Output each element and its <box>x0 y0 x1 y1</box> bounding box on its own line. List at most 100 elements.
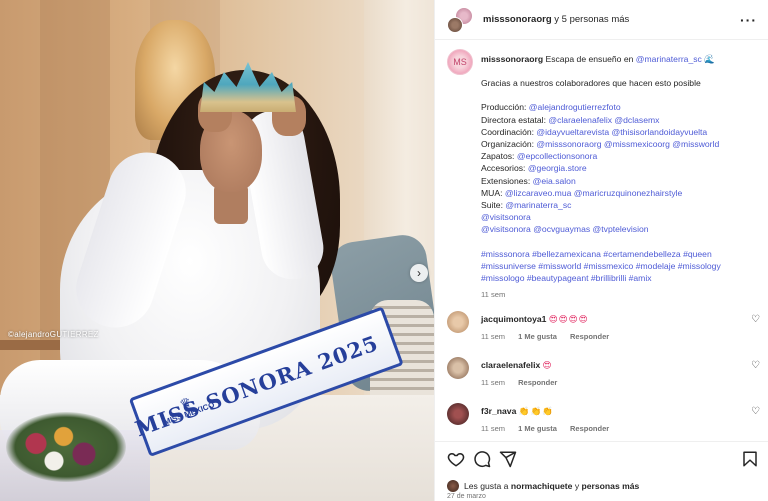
comment-like-button[interactable]: ♡ <box>751 315 761 325</box>
comment-like-button[interactable]: ♡ <box>751 407 761 417</box>
heart-outline-icon: ♡ <box>751 406 760 417</box>
comment-meta: 11 sem 1 Me gusta Responder <box>481 424 620 433</box>
credit-label: Accesorios: <box>481 163 526 174</box>
credit-label: Extensiones: <box>481 175 531 186</box>
credit-mentions[interactable]: @visitsonora <box>481 212 531 222</box>
avatar[interactable] <box>447 357 469 379</box>
credit-mentions[interactable]: @idayvueltarevista @thisisorlandoidayvue… <box>536 127 707 137</box>
credit-label: Zapatos: <box>481 151 515 162</box>
likes-others[interactable]: personas más <box>582 481 640 491</box>
comment-item: jacquimontoya1 😍😍😍😍 11 sem 1 Me gusta Re… <box>435 311 768 357</box>
comment-icon <box>474 451 491 468</box>
send-icon <box>499 451 517 468</box>
credit-mentions[interactable]: @misssonoraorg @missmexicoorg @missworld <box>536 139 719 149</box>
heart-icon <box>447 453 465 467</box>
credit-label: Producción: <box>481 102 527 113</box>
chevron-right-icon: › <box>417 266 421 280</box>
next-image-button[interactable]: › <box>410 264 428 282</box>
avatar[interactable] <box>447 311 469 333</box>
caption-credit-line: Extensiones: @eia.salon <box>481 175 759 187</box>
comment-text: jacquimontoya1 😍😍😍😍 <box>481 314 589 325</box>
save-button[interactable] <box>741 450 759 471</box>
likes-summary: Les gusta a normachiquete y personas más <box>447 480 639 492</box>
caption-time: 11 sem <box>481 290 506 300</box>
header-title: misssonoraorg y 5 personas más <box>483 14 629 25</box>
caption-credit-line: Coordinación: @idayvueltarevista @thisis… <box>481 126 759 138</box>
post-date[interactable]: 27 de marzo <box>447 493 486 500</box>
header-username[interactable]: misssonoraorg <box>483 14 552 25</box>
credit-label: Directora estatal: <box>481 114 546 125</box>
comment-time: 11 sem <box>481 378 506 387</box>
credit-label: Organización: <box>481 139 535 150</box>
comment-meta: 11 sem Responder <box>481 378 568 387</box>
caption-avatar[interactable]: MS <box>447 49 473 75</box>
share-button[interactable] <box>499 450 517 471</box>
heart-outline-icon: ♡ <box>751 360 760 371</box>
comment-time: 11 sem <box>481 332 506 341</box>
likes-user[interactable]: normachiquete <box>511 481 573 491</box>
credit-mentions[interactable]: @epcollectionsonora <box>517 151 597 161</box>
credit-label: Coordinación: <box>481 126 535 137</box>
comment-meta: 11 sem 1 Me gusta Responder <box>481 332 620 341</box>
caption-credit-line: Organización: @misssonoraorg @missmexico… <box>481 138 759 150</box>
caption: MS misssonoraorg Escapa de ensueño en @m… <box>435 40 768 304</box>
heart-outline-icon: ♡ <box>751 314 760 325</box>
credit-mentions[interactable]: @marinaterra_sc <box>505 200 571 210</box>
comment-likes[interactable]: 1 Me gusta <box>518 332 557 341</box>
more-options-button[interactable]: ··· <box>740 12 757 28</box>
credit-mentions[interactable]: @georgia.store <box>528 163 587 173</box>
caption-username[interactable]: misssonoraorg <box>481 54 543 64</box>
header-avatars[interactable] <box>447 6 473 33</box>
caption-mention[interactable]: @marinaterra_sc <box>636 54 702 64</box>
comment-time: 11 sem <box>481 424 506 433</box>
credit-mentions[interactable]: @lizcaraveo.mua @maricruzquinonezhairsty… <box>505 188 682 198</box>
reply-button[interactable]: Responder <box>570 424 609 433</box>
flower-bouquet <box>6 412 126 482</box>
caption-credit-line: Directora estatal: @claraelenafelix @dcl… <box>481 114 759 126</box>
comment-likes[interactable]: 1 Me gusta <box>518 424 557 433</box>
comment-username[interactable]: claraelenafelix <box>481 360 540 370</box>
avatar[interactable] <box>447 403 469 425</box>
caption-credit-line: MUA: @lizcaraveo.mua @maricruzquinonezha… <box>481 187 759 199</box>
caption-thanks: Gracias a nuestros colaboradores que hac… <box>481 78 701 89</box>
comment-username[interactable]: jacquimontoya1 <box>481 314 546 324</box>
wave-emoji-icon: 🌊 <box>704 54 715 64</box>
likes-and: y <box>574 481 580 491</box>
caption-credit-line: @visitsonora <box>481 211 759 223</box>
avatar <box>447 16 463 33</box>
post-panel: misssonoraorg y 5 personas más ··· MS mi… <box>434 0 768 501</box>
credit-mentions[interactable]: @visitsonora @ocvguaymas @tvptelevision <box>481 224 649 234</box>
heart-eyes-emoji-icon: 😍 <box>542 360 553 370</box>
avatar[interactable] <box>447 480 459 492</box>
comment-text: f3r_nava 👏👏👏 <box>481 406 554 417</box>
comment-username[interactable]: f3r_nava <box>481 406 516 416</box>
comment-button[interactable] <box>473 450 491 471</box>
comment-item: claraelenafelix 😍 11 sem Responder ♡ <box>435 357 768 403</box>
post-header: misssonoraorg y 5 personas más ··· <box>435 0 768 40</box>
caption-credit-line: Producción: @alejandrogutierrezfoto <box>481 101 759 113</box>
caption-credits: Producción: @alejandrogutierrezfoto Direc… <box>481 101 759 235</box>
likes-prefix: Les gusta a <box>464 481 509 491</box>
caption-credit-line: Accesorios: @georgia.store <box>481 162 759 174</box>
photo-watermark: ©alejandroGUTIERREZ <box>8 330 99 339</box>
caption-hashtags[interactable]: #misssonora #bellezamexicana #certamende… <box>481 248 759 285</box>
comment-like-button[interactable]: ♡ <box>751 361 761 371</box>
comment-text: claraelenafelix 😍 <box>481 360 553 371</box>
caption-credit-line: Zapatos: @epcollectionsonora <box>481 150 759 162</box>
credit-mentions[interactable]: @alejandrogutierrezfoto <box>529 102 621 112</box>
reply-button[interactable]: Responder <box>570 332 609 341</box>
post-actions: Les gusta a normachiquete y personas más… <box>435 441 768 501</box>
bookmark-icon <box>743 451 757 467</box>
reply-button[interactable]: Responder <box>518 378 557 387</box>
credit-mentions[interactable]: @claraelenafelix @dclasemx <box>548 115 659 125</box>
credit-label: MUA: <box>481 187 503 198</box>
more-horizontal-icon: ··· <box>740 12 757 28</box>
caption-body: misssonoraorg Escapa de ensueño en @mari… <box>481 53 759 301</box>
post-photo[interactable]: ♛ MISS MÉXICO MISS SONORA 2025 ©alejandr… <box>0 0 434 501</box>
credit-label: Suite: <box>481 200 503 211</box>
like-button[interactable] <box>447 450 465 471</box>
caption-credit-line: Suite: @marinaterra_sc <box>481 199 759 211</box>
credit-mentions[interactable]: @eia.salon <box>533 176 576 186</box>
clapping-emoji-icon: 👏👏👏 <box>518 406 554 416</box>
header-suffix[interactable]: y 5 personas más <box>554 14 629 25</box>
